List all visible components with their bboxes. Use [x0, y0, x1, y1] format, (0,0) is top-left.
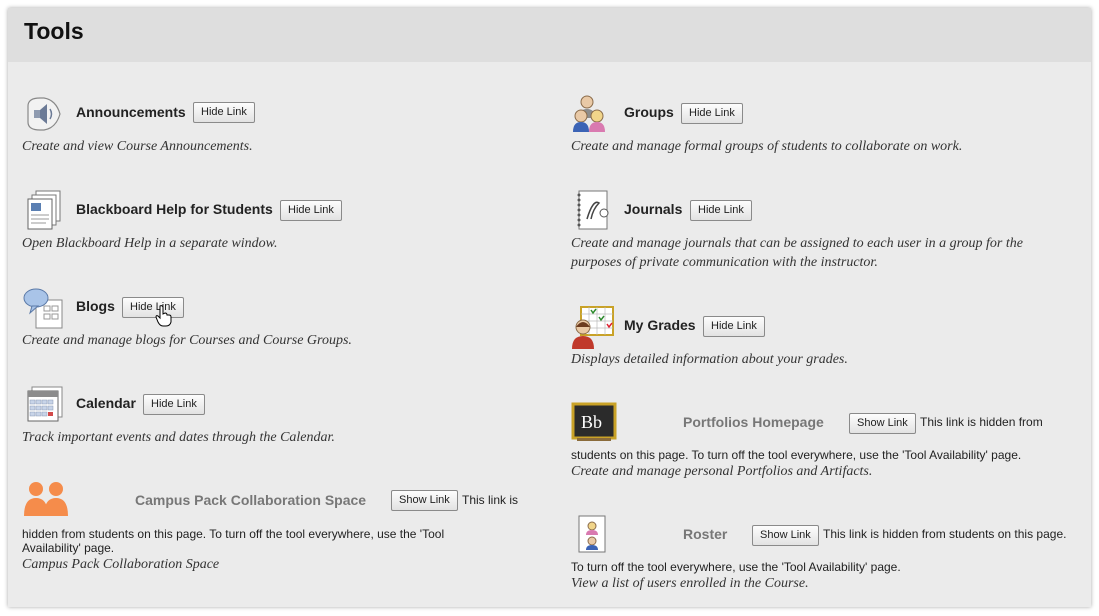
tool-description: Create and manage formal groups of stude… — [571, 139, 963, 154]
tool-name[interactable]: Blogs — [76, 298, 115, 314]
tool-description: Displays detailed information about your… — [571, 352, 848, 367]
tool-name[interactable]: Roster — [683, 526, 727, 542]
tool-name[interactable]: Portfolios Homepage — [683, 414, 824, 430]
hide-link-button[interactable]: Hide Link — [143, 394, 205, 415]
people-icon — [22, 480, 70, 524]
tool-name[interactable]: My Grades — [624, 317, 696, 333]
tool-name[interactable]: Journals — [624, 201, 682, 217]
tool-name[interactable]: Calendar — [76, 395, 136, 411]
show-link-button[interactable]: Show Link — [391, 490, 458, 511]
tool-name[interactable]: Blackboard Help for Students — [76, 201, 273, 217]
hide-link-button[interactable]: Hide Link — [280, 200, 342, 221]
tool-description: Create and manage personal Portfolios an… — [571, 464, 873, 479]
tool-description: View a list of users enrolled in the Cou… — [571, 576, 809, 591]
tool-description: Create and manage blogs for Courses and … — [22, 333, 352, 348]
hide-link-button[interactable]: Hide Link — [690, 200, 752, 221]
blog-icon — [22, 286, 66, 330]
hidden-notice: To turn off the tool everywhere, use the… — [571, 560, 901, 574]
page-title: Tools — [24, 18, 84, 44]
tool-name[interactable]: Announcements — [76, 104, 186, 120]
tool-name[interactable]: Campus Pack Collaboration Space — [135, 492, 366, 508]
hide-link-button[interactable]: Hide Link — [122, 297, 184, 318]
grades-icon — [571, 305, 615, 349]
hide-link-button[interactable]: Hide Link — [681, 103, 743, 124]
tool-description: Create and view Course Announcements. — [22, 139, 253, 154]
hidden-notice: This link is hidden from students on thi… — [823, 527, 1067, 541]
hidden-notice: This link is — [462, 493, 519, 507]
blackboard-logo-icon: Bb — [571, 402, 617, 446]
tool-description: Campus Pack Collaboration Space — [22, 557, 220, 572]
journal-icon — [571, 189, 615, 233]
tool-description: Create and manage journals that can be a… — [571, 236, 1023, 251]
group-icon — [571, 92, 615, 136]
tool-name[interactable]: Groups — [624, 104, 674, 120]
panel-header: Tools — [8, 8, 1091, 62]
hidden-notice: students on this page. To turn off the t… — [571, 448, 1022, 462]
hide-link-button[interactable]: Hide Link — [703, 316, 765, 337]
speaker-icon — [22, 92, 66, 136]
hidden-notice: Availability' page. — [22, 541, 115, 555]
roster-icon — [571, 514, 615, 558]
svg-text:Bb: Bb — [581, 412, 602, 432]
tool-description: purposes of private communication with t… — [571, 255, 878, 270]
show-link-button[interactable]: Show Link — [752, 525, 819, 546]
calendar-icon — [22, 383, 66, 427]
tool-description: Track important events and dates through… — [22, 430, 335, 445]
tool-description: Open Blackboard Help in a separate windo… — [22, 236, 278, 251]
hidden-notice: This link is hidden from — [920, 415, 1043, 429]
hide-link-button[interactable]: Hide Link — [193, 102, 255, 123]
help-documents-icon — [22, 189, 66, 233]
show-link-button[interactable]: Show Link — [849, 413, 916, 434]
